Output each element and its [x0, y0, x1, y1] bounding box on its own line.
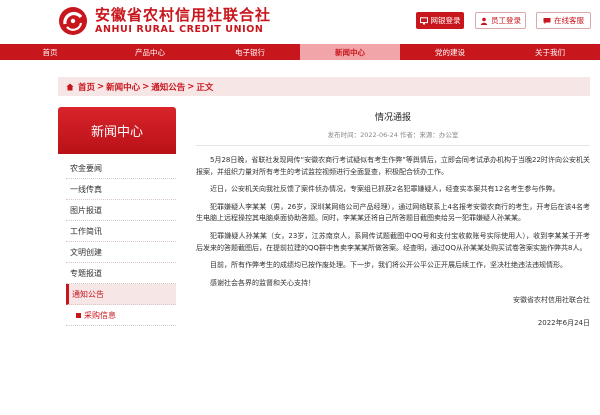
breadcrumb-home[interactable]: 首页: [78, 81, 95, 93]
sidebar-item-special-reports[interactable]: 专题报道: [66, 263, 176, 284]
nav-item-e-banking[interactable]: 电子银行: [200, 44, 300, 60]
article-signature: 安徽省农村信用社联合社: [513, 296, 590, 305]
article-paragraph: 目前，所有作弊考生的成绩均已按作废处理。下一步，我们将公开公平公正开展后续工作，…: [210, 261, 567, 270]
monitor-icon: [419, 16, 428, 24]
staff-login-label: 员工登录: [491, 16, 521, 25]
nav-item-about-us[interactable]: 关于我们: [500, 44, 600, 60]
sidebar-item-civilization[interactable]: 文明创建: [66, 242, 176, 263]
nav-item-news[interactable]: 新闻中心: [300, 44, 400, 60]
breadcrumb-separator: >: [187, 81, 195, 92]
staff-login-button[interactable]: 员工登录: [475, 12, 526, 29]
brand-name-en: ANHUI RURAL CREDIT UNION: [95, 24, 264, 35]
main-nav: 首页 产品中心 电子银行 新闻中心 党的建设 关于我们: [0, 44, 600, 60]
sidebar-item-frontline-reports[interactable]: 一线传真: [66, 179, 176, 200]
breadcrumb: 首页 > 新闻中心 > 通知公告 > 正文: [58, 77, 590, 96]
breadcrumb-separator: >: [97, 81, 105, 92]
article-paragraph: 犯罪嫌疑人李某某（男，26岁，深圳某网络公司产品经理），通过网络联系上4名报考安…: [196, 202, 590, 223]
sidebar-item-photo-reports[interactable]: 图片报道: [66, 200, 176, 221]
site-header: 安徽省农村信用社联合社 ANHUI RURAL CREDIT UNION 网银登…: [0, 0, 600, 44]
nav-item-home[interactable]: 首页: [0, 44, 100, 60]
breadcrumb-separator: >: [142, 81, 150, 92]
chat-icon: [543, 17, 551, 24]
breadcrumb-news[interactable]: 新闻中心: [106, 81, 140, 93]
sidebar-title: 新闻中心: [58, 107, 176, 154]
article: 情况通报 发布时间：2022-06-24 作者：来源：办公室 5月28日晚，省联…: [196, 110, 590, 328]
sidebar-menu: 农金要闻 一线传真 图片报道 工作简讯 文明创建 专题报道 通知公告 采购信息: [66, 158, 176, 326]
logo-icon[interactable]: [58, 6, 88, 36]
online-service-label: 在线客服: [554, 16, 584, 25]
breadcrumb-notices[interactable]: 通知公告: [151, 81, 185, 93]
online-banking-login-button[interactable]: 网银登录: [416, 12, 464, 29]
sidebar-item-notices[interactable]: 通知公告: [66, 284, 176, 305]
brand-name-cn: 安徽省农村信用社联合社: [95, 6, 272, 24]
sidebar-item-rural-finance-news[interactable]: 农金要闻: [66, 158, 176, 179]
online-service-button[interactable]: 在线客服: [536, 12, 591, 29]
article-paragraph: 近日，公安机关向我社反馈了案件侦办情况，专案组已抓获2名犯罪嫌疑人，经查实本案共…: [210, 185, 560, 194]
article-body: 5月28日晚，省联社发现网传“安徽农商行考试疑似有考生作弊”等舆情后，立即会同考…: [196, 155, 590, 289]
sidebar-item-work-briefs[interactable]: 工作简讯: [66, 221, 176, 242]
article-meta: 发布时间：2022-06-24 作者：来源：办公室: [327, 131, 459, 139]
home-icon: [66, 83, 74, 90]
article-paragraph: 犯罪嫌疑人孙某某（女，23岁，江苏南京人，系网传试题截图中QQ号和支付宝收款账号…: [196, 231, 590, 252]
article-paragraph: 5月28日晚，省联社发现网传“安徽农商行考试疑似有考生作弊”等舆情后，立即会同考…: [196, 156, 590, 176]
divider: [196, 145, 590, 146]
article-title: 情况通报: [374, 113, 411, 123]
article-date: 2022年6月24日: [537, 319, 590, 328]
nav-item-products[interactable]: 产品中心: [100, 44, 200, 60]
breadcrumb-current: 正文: [196, 82, 214, 93]
online-banking-login-label: 网银登录: [430, 16, 461, 25]
sidebar-item-procurement[interactable]: 采购信息: [66, 305, 176, 326]
user-icon: [480, 17, 488, 25]
nav-item-party-building[interactable]: 党的建设: [400, 44, 500, 60]
article-paragraph: 感谢社会各界的监督和关心支持！: [210, 278, 315, 287]
